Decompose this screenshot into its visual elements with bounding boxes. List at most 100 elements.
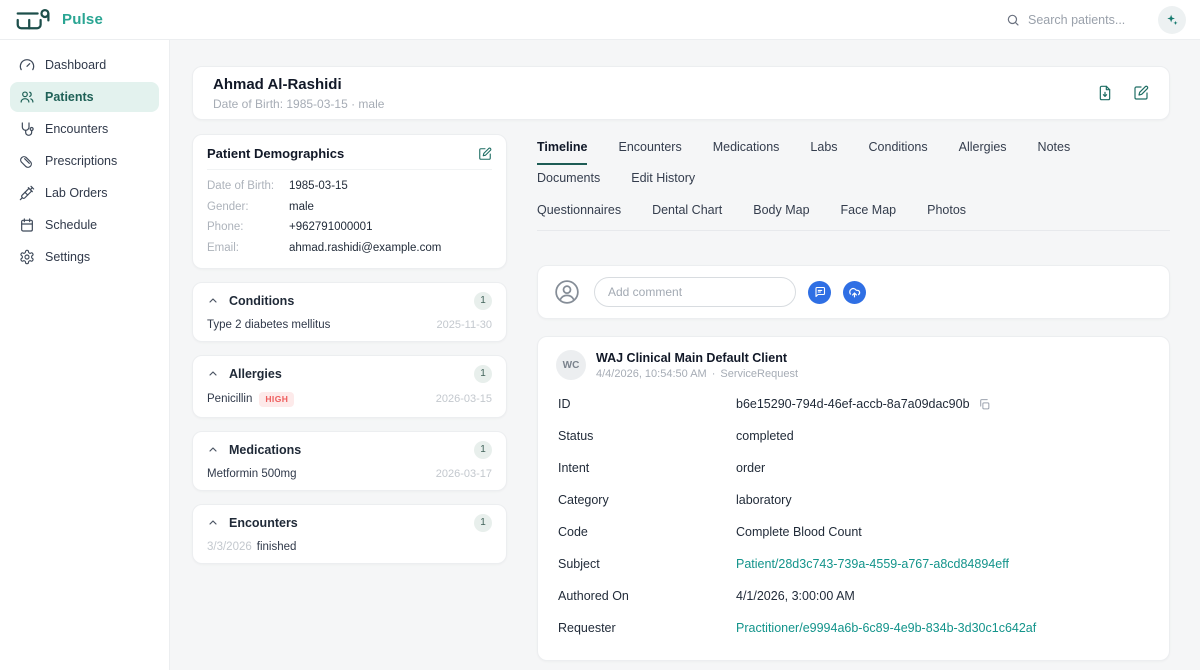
field-label: Email: bbox=[207, 241, 289, 256]
tab-timeline[interactable]: Timeline bbox=[537, 134, 587, 165]
demographics-row: Email: ahmad.rashidi@example.com bbox=[207, 241, 492, 256]
tab-body-map[interactable]: Body Map bbox=[753, 196, 809, 230]
tab-face-map[interactable]: Face Map bbox=[841, 196, 897, 230]
allergy-date: 2026-03-15 bbox=[436, 393, 492, 405]
field-label: Subject bbox=[558, 557, 736, 571]
chevron-up-icon bbox=[207, 295, 219, 307]
field-row-status: Status completed bbox=[556, 420, 1151, 452]
edit-pencil-icon bbox=[478, 147, 492, 161]
sidebar-item-lab-orders[interactable]: Lab Orders bbox=[10, 178, 159, 208]
sidebar-item-label: Settings bbox=[45, 250, 90, 264]
medication-name: Metformin 500mg bbox=[207, 468, 296, 480]
edit-demographics-button[interactable] bbox=[478, 147, 492, 161]
sidebar-item-schedule[interactable]: Schedule bbox=[10, 210, 159, 240]
export-file-button[interactable] bbox=[1097, 85, 1113, 101]
sidebar-item-settings[interactable]: Settings bbox=[10, 242, 159, 272]
sidebar-item-prescriptions[interactable]: Prescriptions bbox=[10, 146, 159, 176]
copy-id-button[interactable] bbox=[978, 398, 991, 411]
sidebar-item-label: Encounters bbox=[45, 122, 108, 136]
tab-medications[interactable]: Medications bbox=[713, 134, 780, 165]
stethoscope-icon bbox=[19, 121, 35, 137]
field-label: Code bbox=[558, 525, 736, 539]
field-row-authored-on: Authored On 4/1/2026, 3:00:00 AM bbox=[556, 580, 1151, 612]
field-label: Authored On bbox=[558, 589, 736, 603]
encounter-date: 3/3/2026 bbox=[207, 541, 252, 553]
main-content: Ahmad Al-Rashidi Date of Birth: 1985-03-… bbox=[170, 40, 1200, 670]
tab-encounters[interactable]: Encounters bbox=[618, 134, 681, 165]
demographics-row: Gender: male bbox=[207, 200, 492, 215]
requester-reference-link[interactable]: Practitioner/e9994a6b-6c89-4e9b-834b-3d3… bbox=[736, 621, 1036, 635]
panel-title: Encounters bbox=[229, 516, 298, 530]
tab-documents[interactable]: Documents bbox=[537, 165, 600, 196]
count-badge: 1 bbox=[474, 441, 492, 459]
tab-edit-history[interactable]: Edit History bbox=[631, 165, 695, 196]
sidebar-item-label: Patients bbox=[45, 90, 94, 104]
medications-panel-header[interactable]: Medications 1 bbox=[207, 441, 492, 459]
panel-title: Conditions bbox=[229, 294, 294, 308]
field-value: male bbox=[289, 200, 314, 215]
patient-search[interactable] bbox=[1006, 13, 1146, 27]
count-badge: 1 bbox=[474, 514, 492, 532]
file-export-icon bbox=[1097, 85, 1113, 101]
field-row-subject: Subject Patient/28d3c743-739a-4559-a767-… bbox=[556, 548, 1151, 580]
field-row-code: Code Complete Blood Count bbox=[556, 516, 1151, 548]
field-label: Category bbox=[558, 493, 736, 507]
edit-pencil-icon bbox=[1133, 85, 1149, 101]
sidebar-item-dashboard[interactable]: Dashboard bbox=[10, 50, 159, 80]
condition-item[interactable]: Type 2 diabetes mellitus 2025-11-30 bbox=[207, 319, 492, 331]
demographics-row: Phone: +962791000001 bbox=[207, 220, 492, 235]
tab-dental-chart[interactable]: Dental Chart bbox=[652, 196, 722, 230]
tab-notes[interactable]: Notes bbox=[1038, 134, 1071, 165]
encounter-item[interactable]: 3/3/2026 finished bbox=[207, 541, 492, 553]
dashboard-gauge-icon bbox=[19, 57, 35, 73]
tab-allergies[interactable]: Allergies bbox=[959, 134, 1007, 165]
encounters-panel-header[interactable]: Encounters 1 bbox=[207, 514, 492, 532]
tab-questionnaires[interactable]: Questionnaires bbox=[537, 196, 621, 230]
search-input[interactable] bbox=[1028, 13, 1146, 27]
entry-timestamp: 4/4/2026, 10:54:50 AM bbox=[596, 368, 707, 380]
tab-labs[interactable]: Labs bbox=[810, 134, 837, 165]
comment-input[interactable] bbox=[594, 277, 796, 307]
count-badge: 1 bbox=[474, 365, 492, 383]
edit-patient-button[interactable] bbox=[1133, 85, 1149, 101]
condition-date: 2025-11-30 bbox=[437, 319, 492, 331]
entry-resource-type: ServiceRequest bbox=[720, 368, 798, 380]
medications-panel: Medications 1 Metformin 500mg 2026-03-17 bbox=[192, 431, 507, 491]
submit-comment-button[interactable] bbox=[808, 281, 831, 304]
app-logo[interactable]: Pulse bbox=[16, 7, 103, 33]
panel-title: Medications bbox=[229, 443, 301, 457]
gear-icon bbox=[19, 249, 35, 265]
field-label: ID bbox=[558, 397, 736, 411]
tab-conditions[interactable]: Conditions bbox=[869, 134, 928, 165]
entry-author: WAJ Clinical Main Default Client bbox=[596, 351, 798, 365]
demographics-card: Patient Demographics Date of Birth: 1985… bbox=[192, 134, 507, 269]
allergies-panel-header[interactable]: Allergies 1 bbox=[207, 365, 492, 383]
entry-meta: 4/4/2026, 10:54:50 AM·ServiceRequest bbox=[596, 368, 798, 380]
cloud-upload-icon bbox=[848, 286, 861, 299]
sparkles-icon bbox=[1165, 13, 1179, 27]
upload-attachment-button[interactable] bbox=[843, 281, 866, 304]
medication-item[interactable]: Metformin 500mg 2026-03-17 bbox=[207, 468, 492, 480]
tab-photos[interactable]: Photos bbox=[927, 196, 966, 230]
severity-badge: HIGH bbox=[259, 392, 294, 407]
field-label: Phone: bbox=[207, 220, 289, 235]
conditions-panel-header[interactable]: Conditions 1 bbox=[207, 292, 492, 310]
demographics-title: Patient Demographics bbox=[207, 146, 344, 161]
calendar-icon bbox=[19, 217, 35, 233]
sidebar-item-label: Dashboard bbox=[45, 58, 106, 72]
allergy-item[interactable]: Penicillin HIGH 2026-03-15 bbox=[207, 392, 492, 407]
field-label: Status bbox=[558, 429, 736, 443]
chevron-up-icon bbox=[207, 517, 219, 529]
encounter-status: finished bbox=[257, 541, 297, 553]
sidebar-item-encounters[interactable]: Encounters bbox=[10, 114, 159, 144]
sidebar: Dashboard Patients Encounters Prescripti… bbox=[0, 40, 170, 670]
ai-assistant-button[interactable] bbox=[1158, 6, 1186, 34]
patients-users-icon bbox=[19, 89, 35, 105]
brand-name: Pulse bbox=[62, 11, 103, 28]
patient-header-card: Ahmad Al-Rashidi Date of Birth: 1985-03-… bbox=[192, 66, 1170, 120]
sidebar-item-patients[interactable]: Patients bbox=[10, 82, 159, 112]
field-value: b6e15290-794d-46ef-accb-8a7a09dac90b bbox=[736, 397, 970, 411]
patient-summary-column: Patient Demographics Date of Birth: 1985… bbox=[192, 134, 507, 670]
subject-reference-link[interactable]: Patient/28d3c743-739a-4559-a767-a8cd8489… bbox=[736, 557, 1009, 571]
field-row-category: Category laboratory bbox=[556, 484, 1151, 516]
